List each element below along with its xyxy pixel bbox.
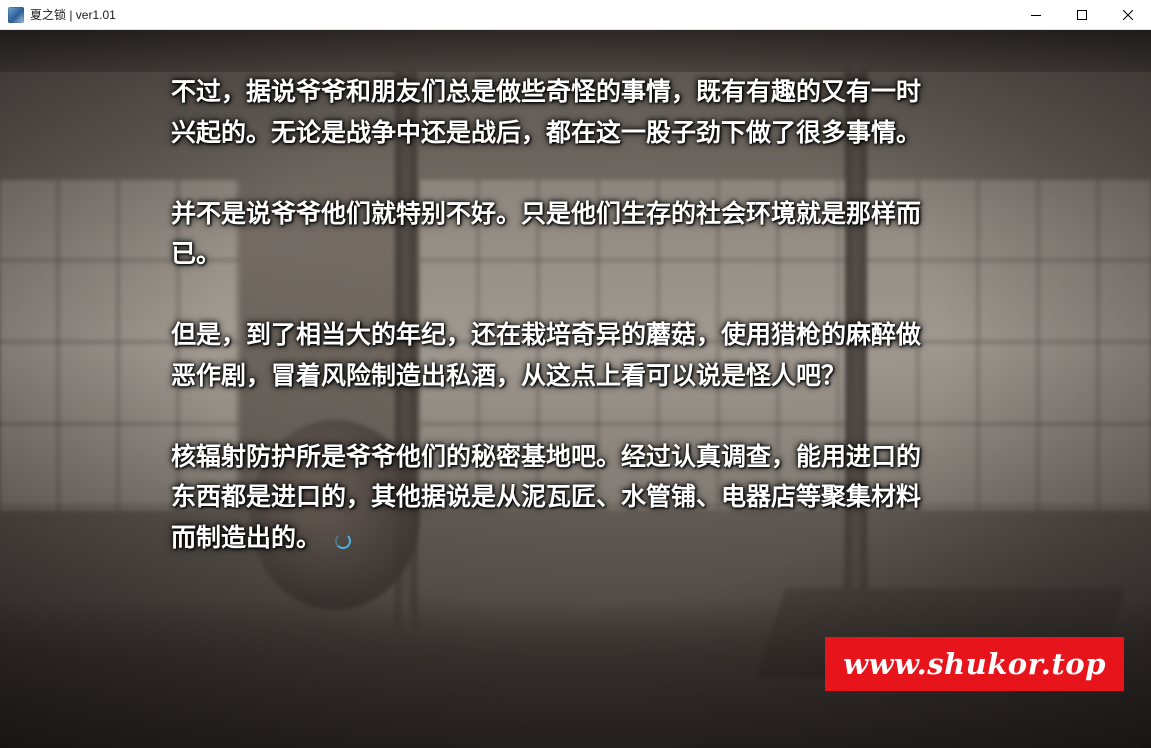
minimize-button[interactable] [1013,0,1059,30]
watermark-text: www.shukor.top [843,647,1106,681]
loading-spinner-icon [335,532,352,549]
maximize-button[interactable] [1059,0,1105,30]
message-paragraph: 核辐射防护所是爷爷他们的秘密基地吧。经过认真调查，能用进口的东西都是进口的，其他… [171,441,922,552]
message-paragraph: 不过，据说爷爷和朋友们总是做些奇怪的事情，既有有趣的又有一时兴起的。无论是战争中… [171,77,922,147]
message-paragraph-last: 核辐射防护所是爷爷他们的秘密基地吧。经过认真调查，能用进口的东西都是进口的，其他… [171,437,941,559]
message-window[interactable]: 不过，据说爷爷和朋友们总是做些奇怪的事情，既有有趣的又有一时兴起的。无论是战争中… [171,72,941,558]
title-bar: 夏之锁 | ver1.01 [0,0,1151,30]
watermark-banner: www.shukor.top [825,637,1124,691]
message-paragraph: 并不是说爷爷他们就特别不好。只是他们生存的社会环境就是那样而已。 [171,198,922,269]
close-button[interactable] [1105,0,1151,30]
message-paragraph: 但是，到了相当大的年纪，还在栽培奇异的蘑菇，使用猎枪的麻醉做恶作剧，冒着风险制造… [171,320,922,390]
close-icon [1123,10,1133,20]
window-title: 夏之锁 | ver1.01 [30,8,116,22]
minimize-icon [1031,15,1041,16]
window-controls [1013,0,1151,30]
app-icon [8,6,24,23]
maximize-icon [1077,10,1087,20]
